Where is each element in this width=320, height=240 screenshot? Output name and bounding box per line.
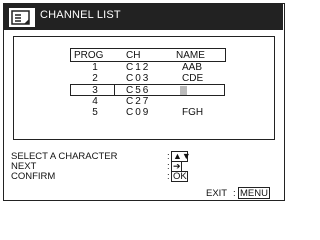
channel-cell: C27 (126, 96, 151, 107)
prog-cell: 1 (92, 62, 98, 73)
channel-cell: C12 (126, 62, 151, 73)
table-row-selected[interactable]: 3 C56 (14, 85, 276, 96)
channel-list-box: PROG CH NAME 1 C12 AAB 2 C03 CDE 3 C56 4… (13, 36, 275, 140)
channel-cell: C09 (126, 107, 151, 118)
channel-cell: C03 (126, 73, 151, 84)
character-cursor[interactable] (180, 86, 187, 95)
ok-key-label: OK (171, 171, 188, 182)
column-header-ch: CH (126, 50, 141, 61)
name-cell: FGH (182, 107, 204, 118)
table-row[interactable]: 4 C27 (14, 96, 276, 107)
exit-label: EXIT (206, 188, 228, 199)
column-header-prog: PROG (74, 50, 104, 61)
menu-list-icon (9, 8, 35, 27)
table-row[interactable]: 5 C09 FGH (14, 107, 276, 118)
title-bar: CHANNEL LIST (4, 4, 283, 30)
table-row[interactable]: 1 C12 AAB (14, 62, 276, 73)
instruction-confirm: CONFIRM (11, 171, 56, 182)
name-cell: CDE (182, 73, 204, 84)
name-cell: AAB (182, 62, 203, 73)
table-row[interactable]: 2 C03 CDE (14, 73, 276, 84)
prog-cell: 4 (92, 96, 98, 107)
osd-screen: CHANNEL LIST PROG CH NAME 1 C12 AAB 2 C0… (3, 3, 285, 201)
channel-cell: C56 (126, 85, 151, 96)
prog-cell: 5 (92, 107, 98, 118)
prog-cell: 3 (92, 85, 98, 96)
column-header-name: NAME (176, 50, 205, 61)
menu-key-label: MENU (238, 187, 270, 199)
prog-cell: 2 (92, 73, 98, 84)
page-title: CHANNEL LIST (40, 9, 121, 21)
